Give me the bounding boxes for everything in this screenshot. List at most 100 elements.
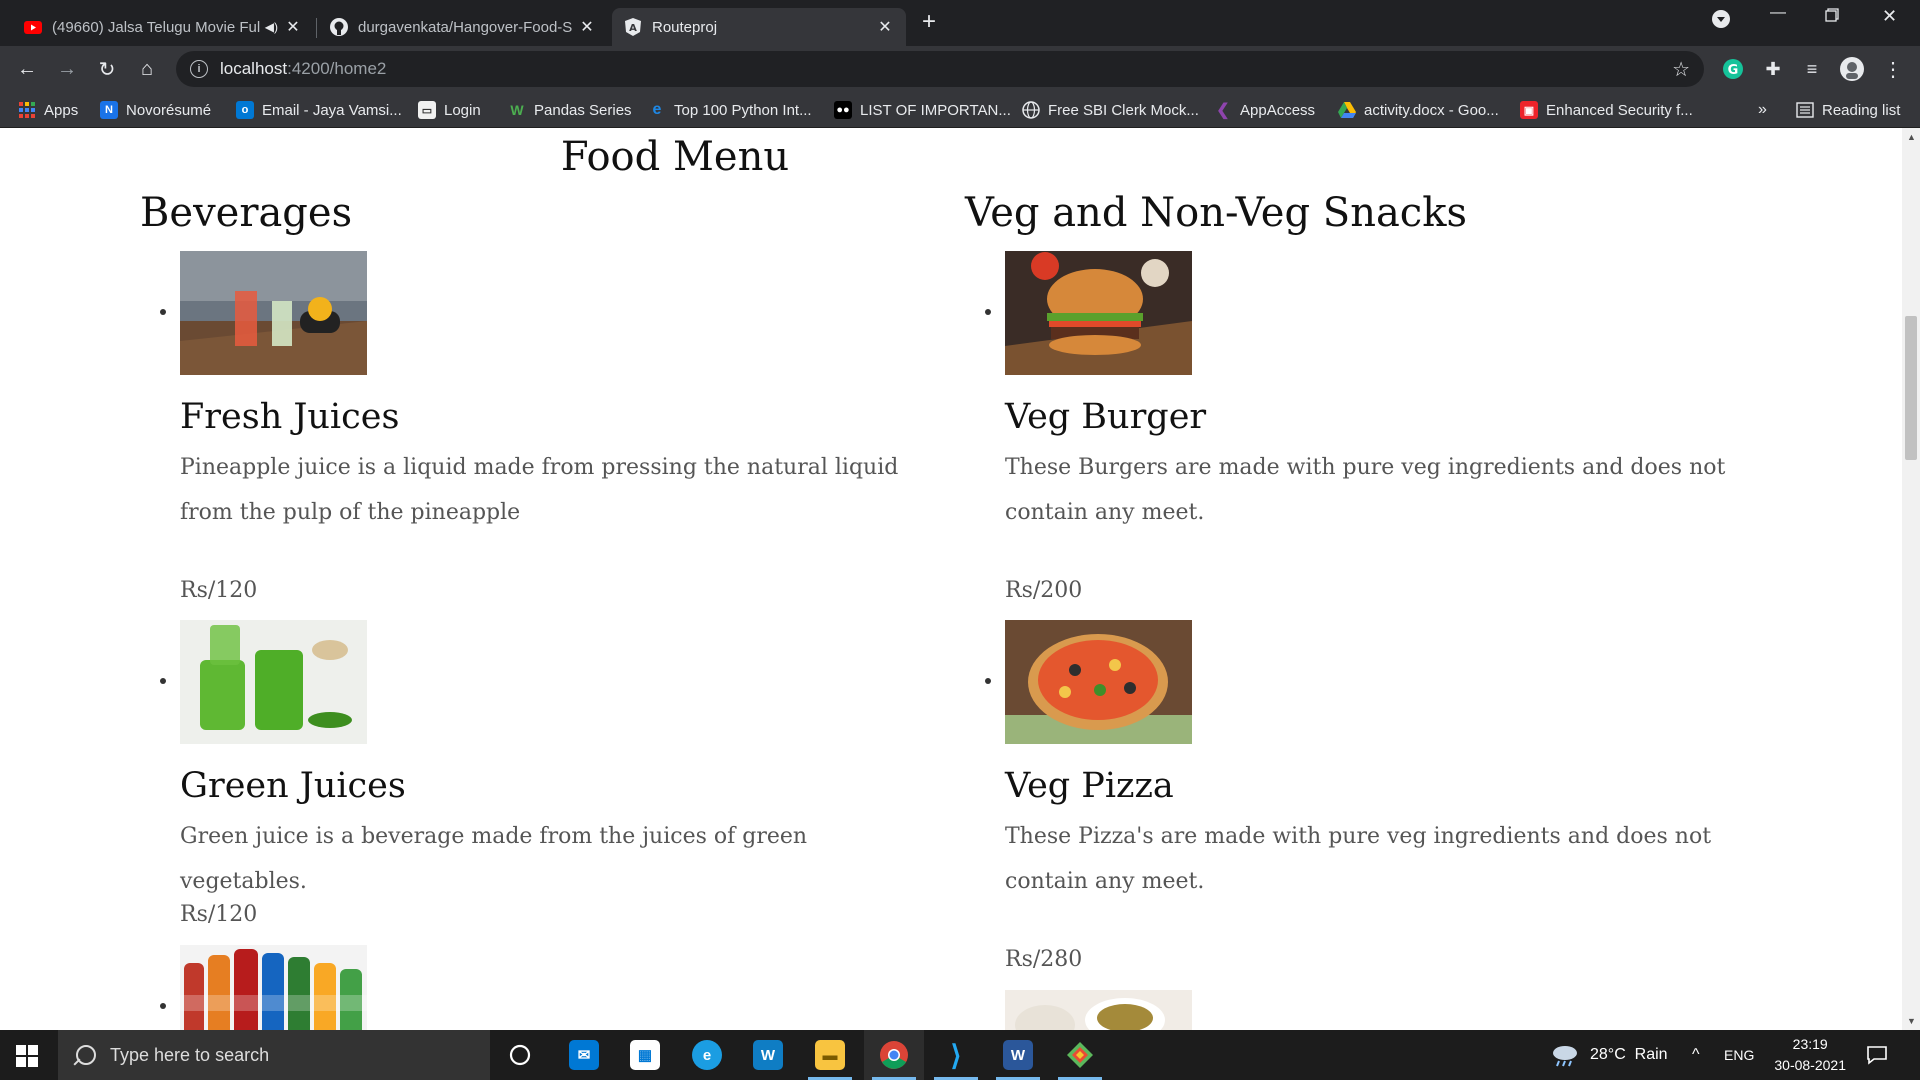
item-description: Green juice is a beverage made from the …: [180, 824, 808, 894]
forward-button[interactable]: →: [52, 54, 82, 84]
beverages-heading: Beverages: [140, 190, 353, 236]
bookmark-novoresume[interactable]: N Novorésumé: [100, 99, 211, 121]
bookmark-list-of-important[interactable]: ●● LIST OF IMPORTAN...: [834, 99, 1011, 121]
menu-item: [1005, 990, 1765, 1030]
tab-search-icon[interactable]: [1712, 10, 1730, 33]
bookmark-appaccess[interactable]: ❮ AppAccess: [1214, 99, 1315, 121]
windows-start-icon[interactable]: [16, 1045, 38, 1067]
snack-photo: [1005, 990, 1192, 1030]
menu-item: Veg Burger These Burgers are made with p…: [985, 251, 1765, 603]
menu-item: Green Juices Green juice is a beverage m…: [160, 620, 940, 927]
youtube-icon: [24, 18, 42, 36]
windows-taskbar: Type here to search ✉ ▦ e W ▬ ⟩ W 28°C R…: [0, 1030, 1920, 1080]
show-hidden-icons-chevron[interactable]: ^: [1692, 1030, 1700, 1080]
appaccess-icon: ❮: [1216, 102, 1230, 119]
close-window-button[interactable]: ✕: [1882, 6, 1897, 27]
close-tab-icon[interactable]: ✕: [284, 17, 302, 37]
grammarly-extension-icon[interactable]: G: [1718, 54, 1748, 84]
bookmark-enhanced-security[interactable]: ▣ Enhanced Security f...: [1520, 99, 1693, 121]
w3schools-icon: W: [510, 102, 524, 118]
item-description: Pineapple juice is a liquid made from pr…: [180, 455, 899, 525]
bookmark-activity-docx[interactable]: activity.docx - Goo...: [1338, 99, 1499, 121]
item-price: Rs/120: [180, 902, 258, 927]
bookmark-login[interactable]: ▭ Login: [418, 99, 481, 121]
scroll-down-arrow-icon[interactable]: ▼: [1907, 1016, 1916, 1026]
browser-tab-strip: (49660) Jalsa Telugu Movie Full ◀) ✕ dur…: [0, 0, 1920, 46]
mail-app-icon[interactable]: ✉: [554, 1030, 614, 1080]
weather-widget[interactable]: 28°C Rain: [1550, 1030, 1668, 1080]
tab-github[interactable]: durgavenkata/Hangover-Food-Sp ✕: [318, 8, 608, 46]
menu-item: Fresh Juices Pineapple juice is a liquid…: [160, 251, 940, 603]
bookmark-email[interactable]: o Email - Jaya Vamsi...: [236, 99, 402, 121]
back-button[interactable]: ←: [12, 54, 42, 84]
page-scrollbar[interactable]: ▲ ▼: [1902, 128, 1920, 1030]
url-text[interactable]: localhost:4200/home2: [220, 59, 386, 79]
audio-playing-icon[interactable]: ◀): [265, 20, 278, 34]
item-price: Rs/280: [1005, 947, 1083, 972]
outlook-icon: o: [236, 101, 254, 119]
microsoft-store-icon[interactable]: ▦: [615, 1030, 675, 1080]
browser-toolbar: ← → ↻ ⌂ i localhost:4200/home2 ☆ G ✚ ≡ ⋮: [0, 46, 1920, 92]
rain-cloud-icon: [1553, 1046, 1577, 1067]
edureka-icon: e: [652, 101, 662, 118]
list-bullet: [160, 309, 166, 315]
search-icon: [76, 1045, 96, 1065]
page-viewport: Food Menu Beverages Veg and Non-Veg Snac…: [0, 128, 1902, 1030]
bookmark-top-100-python[interactable]: e Top 100 Python Int...: [648, 99, 812, 121]
list-bullet: [985, 678, 991, 684]
svg-text:A: A: [629, 23, 637, 34]
chrome-taskbar-icon[interactable]: [864, 1030, 924, 1080]
reload-button[interactable]: ↻: [92, 54, 122, 84]
reading-list-button[interactable]: Reading list: [1796, 99, 1900, 121]
word-app-icon[interactable]: W: [988, 1030, 1048, 1080]
address-bar[interactable]: i localhost:4200/home2 ☆: [176, 51, 1704, 87]
input-language[interactable]: ENG: [1724, 1030, 1754, 1080]
bookmarks-bar: Apps N Novorésumé o Email - Jaya Vamsi..…: [0, 92, 1920, 128]
clock-date: 30-08-2021: [1774, 1057, 1846, 1073]
chrome-menu-icon[interactable]: ⋮: [1878, 54, 1908, 84]
minimize-button[interactable]: —: [1770, 4, 1786, 22]
novoresume-icon: N: [100, 101, 118, 119]
task-view-icon[interactable]: [490, 1030, 550, 1080]
notifications-icon[interactable]: [1866, 1030, 1888, 1080]
bookmark-pandas-series[interactable]: W Pandas Series: [508, 99, 631, 121]
angular-icon: A: [624, 18, 642, 36]
site-info-icon[interactable]: i: [190, 60, 208, 78]
reading-list-icon: [1796, 101, 1814, 119]
soft-drinks-photo: [180, 945, 367, 1030]
bookmark-apps[interactable]: Apps: [18, 99, 78, 121]
git-app-icon[interactable]: [1050, 1030, 1110, 1080]
list-bullet: [160, 678, 166, 684]
fresh-juice-photo: [180, 251, 367, 375]
scrollbar-thumb[interactable]: [1905, 316, 1917, 460]
teams-app-icon[interactable]: W: [738, 1030, 798, 1080]
pizza-photo: [1005, 620, 1192, 744]
media-control-icon[interactable]: ≡: [1797, 54, 1827, 84]
vscode-icon[interactable]: ⟩: [926, 1030, 986, 1080]
new-tab-button[interactable]: +: [922, 8, 936, 36]
google-drive-icon: [1338, 101, 1356, 119]
bookmark-star-icon[interactable]: ☆: [1672, 57, 1690, 82]
system-clock[interactable]: 23:19 30-08-2021: [1774, 1034, 1846, 1076]
tab-title: durgavenkata/Hangover-Food-Sp: [358, 18, 572, 36]
home-button[interactable]: ⌂: [132, 54, 162, 84]
tab-routeproj[interactable]: A Routeproj ✕: [612, 8, 906, 46]
bookmark-free-sbi-clerk[interactable]: Free SBI Clerk Mock...: [1022, 99, 1199, 121]
file-explorer-icon[interactable]: ▬: [800, 1030, 860, 1080]
edge-browser-icon[interactable]: e: [677, 1030, 737, 1080]
profile-avatar-icon[interactable]: [1837, 54, 1867, 84]
green-juice-photo: [180, 620, 367, 744]
medium-icon: ●●: [834, 101, 852, 119]
tab-youtube[interactable]: (49660) Jalsa Telugu Movie Full ◀) ✕: [12, 8, 314, 46]
restore-button[interactable]: [1825, 8, 1839, 27]
close-tab-icon[interactable]: ✕: [876, 17, 894, 37]
scroll-up-arrow-icon[interactable]: ▲: [1907, 132, 1916, 142]
login-page-icon: ▭: [418, 101, 436, 119]
svg-text:G: G: [1728, 63, 1739, 78]
more-bookmarks-button[interactable]: »: [1758, 99, 1767, 121]
taskbar-search-box[interactable]: Type here to search: [58, 1030, 490, 1080]
item-description: These Pizza's are made with pure veg ing…: [1005, 824, 1712, 894]
extensions-puzzle-icon[interactable]: ✚: [1758, 54, 1788, 84]
item-name: Veg Burger: [1005, 397, 1207, 437]
close-tab-icon[interactable]: ✕: [578, 17, 596, 37]
